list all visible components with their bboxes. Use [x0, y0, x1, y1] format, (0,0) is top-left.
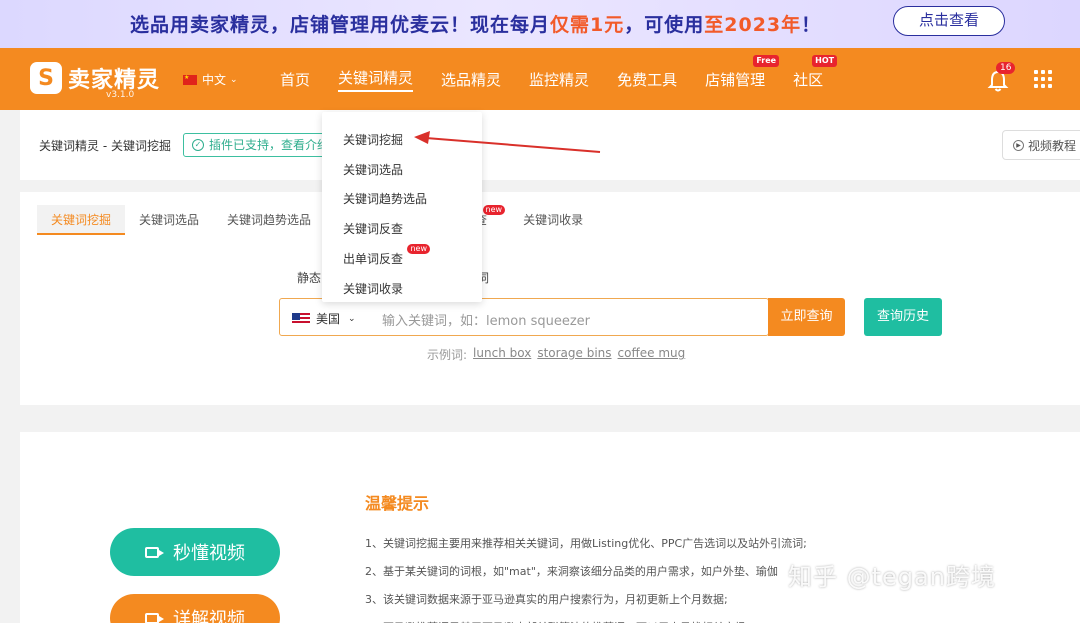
- quick-video-label: 秒懂视频: [173, 543, 245, 564]
- menu-item-free-tools[interactable]: 免费工具: [617, 69, 677, 90]
- search-mode-row: 静态 词: [297, 269, 489, 286]
- tips-title: 温馨提示: [365, 494, 430, 513]
- dropdown-item-keyword-index[interactable]: 关键词收录: [343, 280, 403, 297]
- country-label: 美国: [316, 312, 341, 326]
- query-button[interactable]: 立即查询: [768, 298, 845, 336]
- promo-banner: 选品用卖家精灵，店铺管理用优麦云！现在每月仅需1元，可使用至2023年！ 点击查…: [0, 0, 1080, 48]
- tip-line: 3、该关键词数据来源于亚马逊真实的用户搜索行为，月初更新上个月数据;: [365, 593, 728, 606]
- new-badge: new: [407, 244, 431, 254]
- dropdown-item-reverse-lookup[interactable]: 关键词反查: [343, 220, 403, 237]
- breadcrumb: 关键词精灵 - 关键词挖掘: [39, 139, 171, 153]
- menu-item-monitor[interactable]: 监控精灵: [529, 69, 589, 90]
- country-selector[interactable]: 美国 ⌄: [292, 310, 356, 327]
- top-nav: S 卖家精灵 v3.1.0 中文 ⌄ 首页 关键词精灵 选品精灵 监控精灵 免费…: [0, 48, 1080, 110]
- logo-icon: S: [30, 62, 62, 94]
- main-menu: 首页 关键词精灵 选品精灵 监控精灵 免费工具 店铺管理 Free 社区 HOT: [280, 48, 851, 110]
- menu-item-product[interactable]: 选品精灵: [441, 69, 501, 90]
- chevron-down-icon: ⌄: [230, 74, 238, 85]
- logo[interactable]: S 卖家精灵: [30, 60, 160, 96]
- history-button[interactable]: 查询历史: [864, 298, 942, 336]
- keyword-input[interactable]: 输入关键词，如：lemon squeezer: [382, 310, 590, 329]
- quick-video-button[interactable]: 秒懂视频: [110, 528, 280, 576]
- video-camera-icon: [145, 546, 164, 558]
- detail-video-label: 详解视频: [173, 609, 245, 623]
- watermark: 知乎 @tegan跨境: [788, 563, 996, 591]
- example-keywords: 示例词: lunch box storage bins coffee mug: [427, 346, 685, 363]
- example-keyword-link[interactable]: lunch box: [473, 346, 531, 363]
- example-keyword-link[interactable]: storage bins: [537, 346, 611, 363]
- chevron-down-icon: ⌄: [348, 313, 356, 324]
- search-box: 美国 ⌄ 输入关键词，如：lemon squeezer: [279, 298, 769, 336]
- tips-panel: 温馨提示 1、关键词挖掘主要用来推荐相关关键词，用做Listing优化、PPC广…: [20, 432, 1080, 623]
- menu-item-store[interactable]: 店铺管理 Free: [705, 54, 780, 90]
- plugin-note-label: 插件已支持，查看介绍: [209, 138, 330, 152]
- check-circle-icon: ✓: [192, 139, 204, 151]
- play-icon: ▶: [1013, 139, 1024, 151]
- video-camera-icon: [145, 612, 164, 623]
- detail-video-button[interactable]: 详解视频: [110, 594, 280, 623]
- plugin-note-link[interactable]: ✓ 插件已支持，查看介绍: [183, 133, 339, 157]
- dropdown-item-keyword-trend[interactable]: 关键词趋势选品: [343, 190, 427, 207]
- video-tutorial-button[interactable]: ▶ 视频教程: [1002, 130, 1080, 160]
- dropdown-item-keyword-mining[interactable]: 关键词挖掘: [343, 131, 403, 148]
- menu-item-keyword[interactable]: 关键词精灵: [338, 67, 414, 92]
- tab-keyword-mining[interactable]: 关键词挖掘: [37, 205, 126, 235]
- notification-count: 16: [996, 62, 1016, 74]
- menu-item-community[interactable]: 社区 HOT: [793, 54, 838, 90]
- hot-badge: HOT: [812, 54, 838, 67]
- apps-grid-icon[interactable]: [1034, 70, 1052, 88]
- example-keyword-link[interactable]: coffee mug: [618, 346, 686, 363]
- language-selector[interactable]: 中文 ⌄: [183, 71, 238, 88]
- promo-text: 选品用卖家精灵，店铺管理用优麦云！现在每月仅需1元，可使用至2023年！: [130, 14, 822, 36]
- examples-label: 示例词:: [427, 348, 468, 362]
- mode-static-label[interactable]: 静态: [297, 271, 321, 285]
- promo-view-button[interactable]: 点击查看: [893, 6, 1005, 36]
- keyword-search-panel: 关键词挖掘 关键词选品 关键词趋势选品 查new 关键词收录 静态 词 美国 ⌄…: [20, 192, 1080, 405]
- dropdown-item-order-word-lookup[interactable]: 出单词反查 new: [343, 244, 431, 267]
- china-flag-icon: [183, 74, 197, 85]
- video-tutorial-label: 视频教程: [1028, 138, 1077, 153]
- language-label: 中文: [202, 73, 227, 87]
- tab-keyword-index[interactable]: 关键词收录: [501, 205, 597, 235]
- tab-keyword-trend[interactable]: 关键词趋势选品: [213, 205, 325, 235]
- keyword-tabs: 关键词挖掘 关键词选品 关键词趋势选品 查new 关键词收录: [37, 205, 597, 235]
- tip-line: 4、亚马逊推荐词是基于亚马逊内部关联算法的推荐词，可以用来寻找相关市场: [365, 614, 807, 623]
- version-label: v3.1.0: [106, 90, 135, 100]
- us-flag-icon: [292, 312, 310, 325]
- tip-line: 1、关键词挖掘主要用来推荐相关关键词，用做Listing优化、PPC广告选词以及…: [365, 537, 807, 550]
- annotation-arrow-icon: [414, 131, 601, 153]
- tab-keyword-product[interactable]: 关键词选品: [125, 205, 213, 235]
- dropdown-item-keyword-product[interactable]: 关键词选品: [343, 161, 403, 178]
- menu-item-home[interactable]: 首页: [280, 69, 310, 90]
- free-badge: Free: [753, 54, 780, 67]
- tips-list: 1、关键词挖掘主要用来推荐相关关键词，用做Listing优化、PPC广告选词以及…: [365, 530, 807, 623]
- tip-line: 2、基于某关键词的词根，如"mat"，来洞察该细分品类的用户需求，如户外垫、瑜伽: [365, 565, 778, 578]
